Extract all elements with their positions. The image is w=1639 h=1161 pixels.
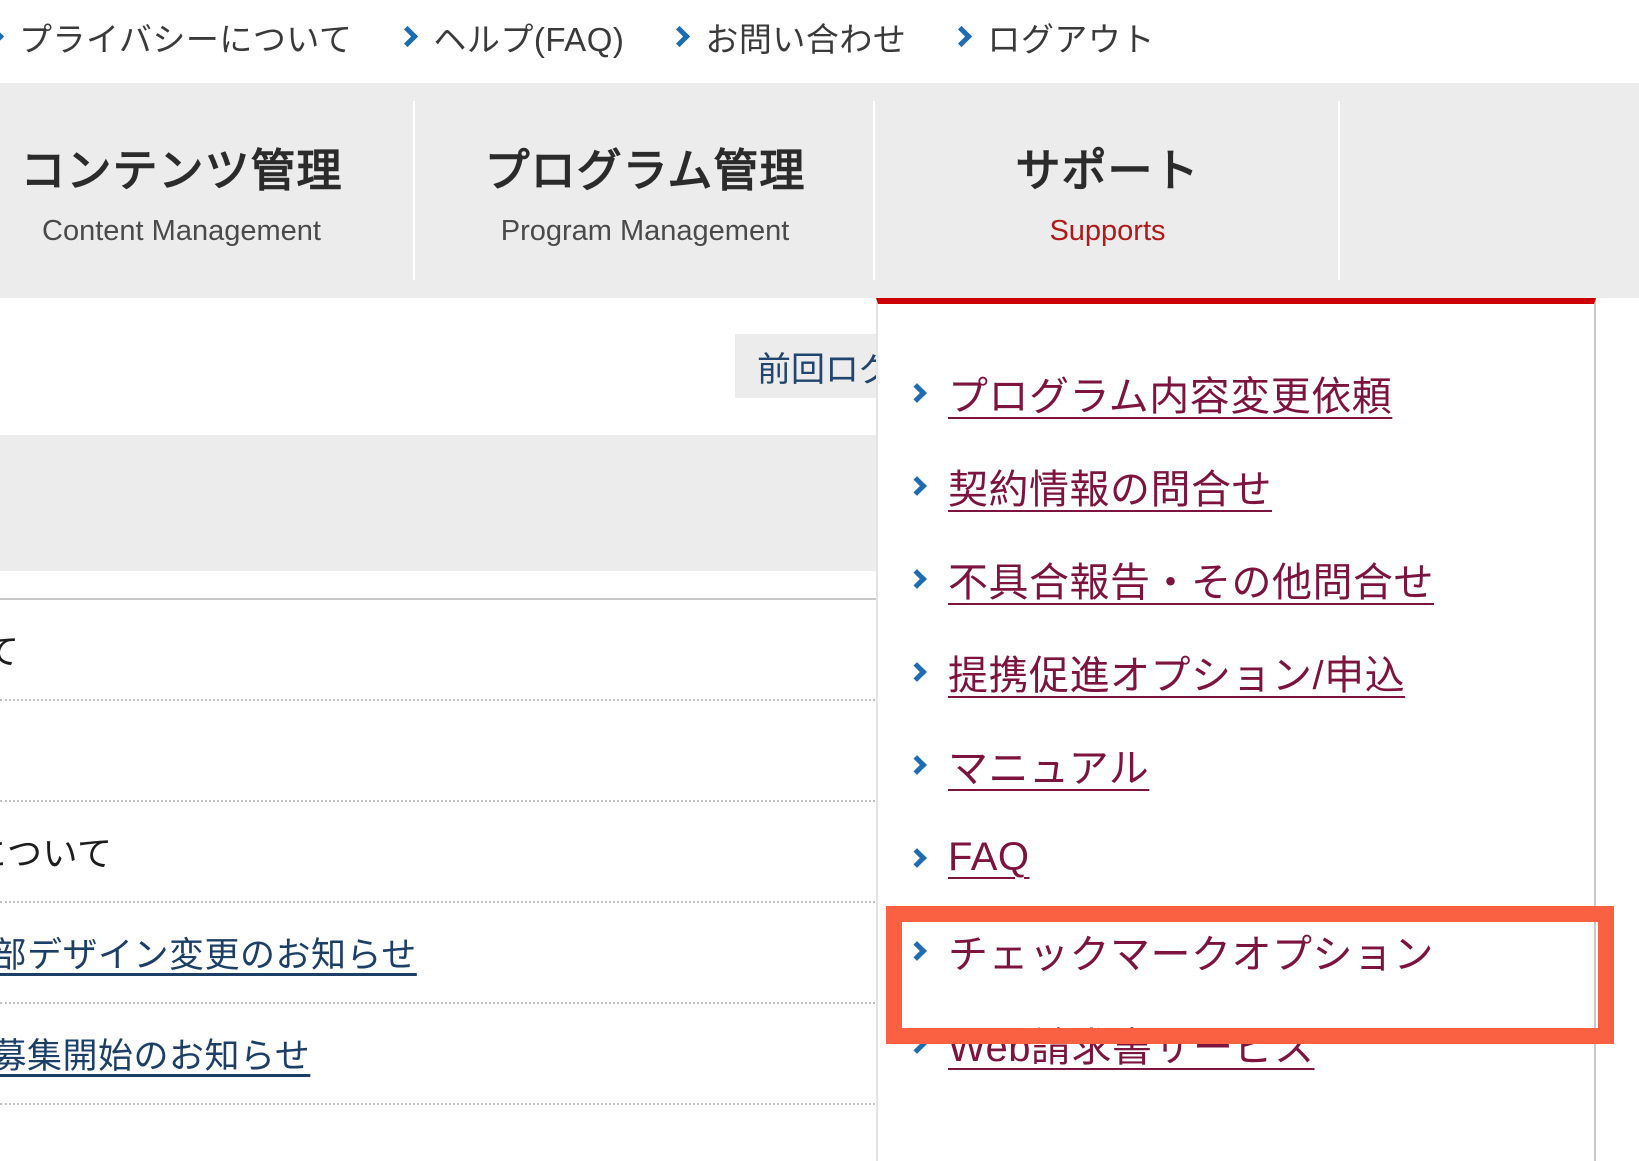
content-gray-band bbox=[0, 435, 915, 571]
utility-link-contact[interactable]: お問い合わせ bbox=[669, 13, 907, 61]
dropdown-item-web-invoice-service[interactable]: Web請求書サービス bbox=[878, 997, 1594, 1090]
dropdown-item-label: FAQ bbox=[948, 835, 1030, 879]
dropdown-item-label: 提携促進オプション/申込 bbox=[948, 653, 1406, 698]
list-item[interactable]: 管理画面一部デザイン変更のお知らせ bbox=[0, 903, 915, 1004]
chevron-right-icon bbox=[907, 1033, 927, 1054]
chevron-right-icon bbox=[669, 25, 691, 48]
dropdown-item-contract-inquiry[interactable]: 契約情報の問合せ bbox=[878, 439, 1594, 532]
chevron-right-icon bbox=[907, 475, 927, 496]
news-list: の提供について の仕様変更について 管理画面一部デザイン変更のお知らせ 掲載広告… bbox=[0, 600, 915, 1105]
chevron-right-icon bbox=[907, 940, 927, 961]
dropdown-item-label: マニュアル bbox=[948, 746, 1150, 791]
tab-program-management[interactable]: プログラム管理 Program Management bbox=[415, 83, 875, 298]
utility-nav: プライバシーについて ヘルプ(FAQ) お問い合わせ ログアウト bbox=[0, 0, 1639, 73]
tab-label-en: Supports bbox=[1049, 214, 1166, 247]
utility-link-privacy[interactable]: プライバシーについて bbox=[0, 13, 352, 61]
tab-label-en: Content Management bbox=[42, 214, 321, 247]
dropdown-item-program-change-request[interactable]: プログラム内容変更依頼 bbox=[878, 346, 1594, 439]
dropdown-item-label: 不具合報告・その他問合せ bbox=[948, 560, 1434, 605]
tab-label-ja: コンテンツ管理 bbox=[20, 144, 343, 196]
news-title-link[interactable]: 管理画面一部デザイン変更のお知らせ bbox=[0, 927, 417, 978]
utility-link-label: プライバシーについて bbox=[19, 20, 353, 58]
support-dropdown-panel: プログラム内容変更依頼 契約情報の問合せ 不具合報告・その他問合せ 提携促進オプ… bbox=[876, 298, 1596, 1161]
tab-bar-spacer bbox=[1340, 83, 1639, 298]
dropdown-item-checkmark-option[interactable]: チェックマークオプション bbox=[878, 904, 1594, 997]
dropdown-item-bug-report-other-inquiry[interactable]: 不具合報告・その他問合せ bbox=[878, 532, 1594, 625]
tab-content-management[interactable]: コンテンツ管理 Content Management bbox=[0, 83, 415, 298]
dropdown-item-label: 契約情報の問合せ bbox=[948, 467, 1272, 512]
utility-link-label: お問い合わせ bbox=[705, 20, 907, 58]
list-item[interactable]: の仕様変更について bbox=[0, 802, 915, 903]
utility-link-label: ヘルプ(FAQ) bbox=[433, 20, 625, 58]
list-item[interactable]: 掲載広告主募集開始のお知らせ bbox=[0, 1004, 915, 1105]
chevron-right-icon bbox=[907, 382, 927, 403]
dropdown-item-partnership-option-application[interactable]: 提携促進オプション/申込 bbox=[878, 625, 1594, 718]
dropdown-item-label: チェックマークオプション bbox=[948, 932, 1434, 977]
utility-link-help-faq[interactable]: ヘルプ(FAQ) bbox=[397, 13, 625, 61]
chevron-right-icon bbox=[907, 754, 927, 775]
list-item[interactable] bbox=[0, 701, 915, 802]
dropdown-item-manual[interactable]: マニュアル bbox=[878, 718, 1594, 811]
news-title: の提供について bbox=[0, 633, 20, 672]
chevron-right-icon bbox=[951, 25, 973, 48]
main-content: 前回ログ の提供について の仕様変更について 管理画面一部デザイン変更のお知らせ… bbox=[0, 298, 915, 1161]
utility-link-label: ログアウト bbox=[987, 20, 1155, 58]
chevron-right-icon bbox=[907, 568, 927, 589]
news-title-link[interactable]: 掲載広告主募集開始のお知らせ bbox=[0, 1028, 310, 1079]
main-tab-bar: コンテンツ管理 Content Management プログラム管理 Progr… bbox=[0, 83, 1639, 298]
tab-label-en: Program Management bbox=[500, 214, 790, 247]
chevron-right-icon bbox=[907, 847, 927, 868]
list-item[interactable]: の提供について bbox=[0, 600, 915, 701]
news-title: の仕様変更について bbox=[0, 835, 113, 874]
page-root: プライバシーについて ヘルプ(FAQ) お問い合わせ ログアウト コンテンツ管理… bbox=[0, 0, 1639, 1161]
tab-label-ja: プログラム管理 bbox=[484, 144, 806, 196]
tab-label-ja: サポート bbox=[1015, 144, 1200, 196]
support-dropdown-list: プログラム内容変更依頼 契約情報の問合せ 不具合報告・その他問合せ 提携促進オプ… bbox=[878, 304, 1594, 1090]
dropdown-item-faq[interactable]: FAQ bbox=[878, 811, 1594, 904]
chevron-right-icon bbox=[907, 661, 927, 682]
tab-divider bbox=[1338, 101, 1340, 280]
dropdown-item-label: Web請求書サービス bbox=[948, 1025, 1315, 1070]
utility-link-logout[interactable]: ログアウト bbox=[951, 13, 1155, 61]
chevron-right-icon bbox=[397, 25, 419, 48]
last-login-row: 前回ログ bbox=[0, 334, 915, 398]
last-login-text: 前回ログ bbox=[757, 350, 893, 389]
chevron-right-icon bbox=[0, 25, 5, 48]
dropdown-item-label: プログラム内容変更依頼 bbox=[948, 374, 1393, 419]
tab-supports[interactable]: サポート Supports bbox=[875, 83, 1340, 298]
